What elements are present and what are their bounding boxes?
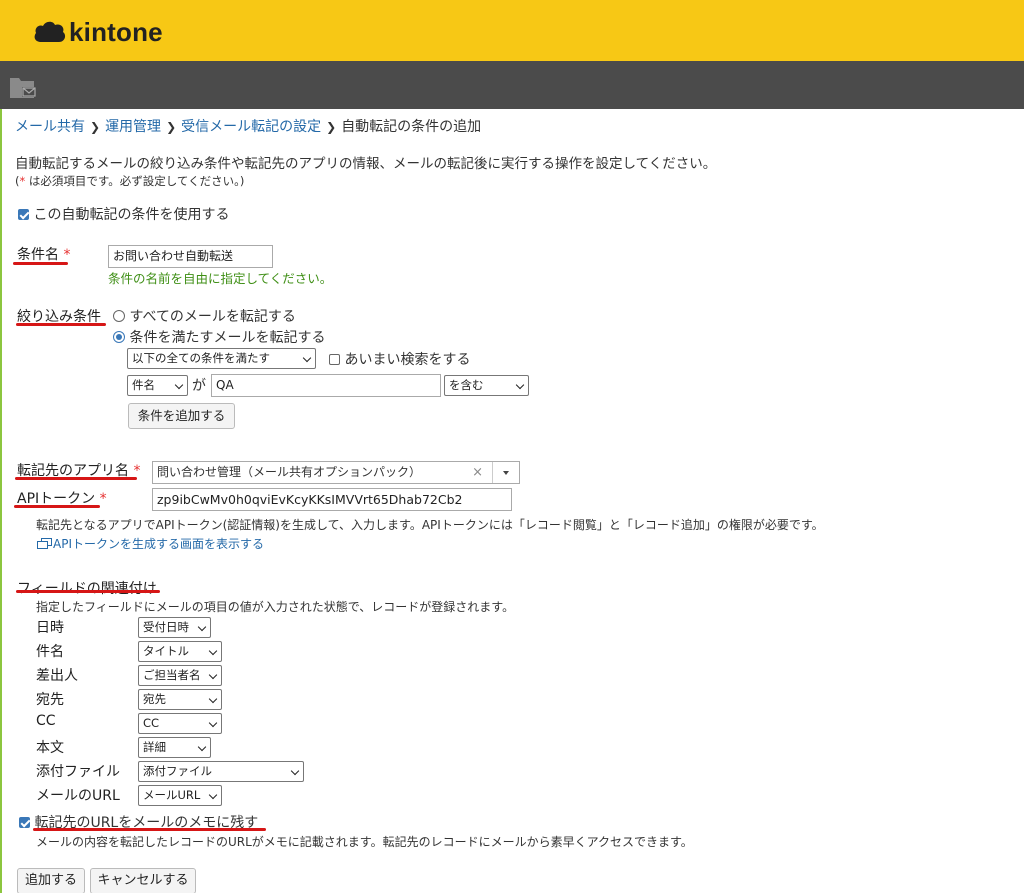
mapping-label-sender: 差出人 <box>36 668 78 684</box>
field-mapping-hint: 指定したフィールドにメールの項目の値が入力された状態で、レコードが登録されます。 <box>36 600 515 614</box>
mapping-select-subject[interactable]: タイトル <box>138 641 222 662</box>
condition-name-label: 条件名 * <box>17 247 71 263</box>
filter-option-match[interactable]: 条件を満たすメールを転記する <box>113 327 325 347</box>
cancel-button[interactable]: キャンセルする <box>90 868 196 893</box>
target-app-combobox[interactable]: 問い合わせ管理（メール共有オプションパック） × <box>152 461 520 484</box>
required-note: (* は必須項目です。必ず設定してください。) <box>15 174 245 188</box>
annotation-underline <box>14 505 100 508</box>
mapping-select-body[interactable]: 詳細 <box>138 737 211 758</box>
chevron-down-icon <box>208 790 218 800</box>
new-window-icon <box>37 538 53 550</box>
fuzzy-search-checkbox[interactable]: あいまい検索をする <box>329 349 470 369</box>
cloud-logo-icon <box>34 21 66 42</box>
mapping-select-mail-url[interactable]: メールURL <box>138 785 222 806</box>
add-condition-button[interactable]: 条件を追加する <box>128 403 235 429</box>
filter-option-all[interactable]: すべてのメールを転記する <box>113 306 296 326</box>
left-accent-line <box>0 0 2 893</box>
checkbox-checked-icon[interactable] <box>18 209 29 220</box>
annotation-underline <box>16 590 160 593</box>
breadcrumb-current: 自動転記の条件の追加 <box>341 119 482 135</box>
rule-value-input[interactable]: QA <box>211 374 441 397</box>
api-token-input[interactable]: zp9ibCwMv0h0qviEvKcyKKsIMVVrt65Dhab72Cb2 <box>152 488 512 511</box>
chevron-down-icon <box>197 622 207 632</box>
chevron-down-icon <box>290 766 300 776</box>
checkbox-checked-icon[interactable] <box>19 817 30 828</box>
mapping-label-cc: CC <box>36 713 56 729</box>
rule-operator-select[interactable]: を含む <box>444 375 529 396</box>
condition-name-hint: 条件の名前を自由に指定してください。 <box>108 271 333 286</box>
add-button[interactable]: 追加する <box>17 868 85 893</box>
mapping-label-mail-url: メールのURL <box>36 788 120 804</box>
breadcrumb-operations[interactable]: 運用管理 <box>105 119 161 135</box>
chevron-down-icon <box>208 694 218 704</box>
mapping-select-datetime[interactable]: 受付日時 <box>138 617 211 638</box>
mapping-label-attachment: 添付ファイル <box>36 764 120 780</box>
checkbox-empty-icon[interactable] <box>329 354 340 365</box>
mail-share-app-icon[interactable] <box>10 74 38 104</box>
radio-off-icon[interactable] <box>113 310 125 322</box>
mapping-select-attachment[interactable]: 添付ファイル <box>138 761 304 782</box>
api-token-link[interactable]: APIトークンを生成する画面を表示する <box>37 535 264 552</box>
chevron-down-icon <box>302 353 312 363</box>
annotation-underline <box>15 477 137 480</box>
dropdown-arrow-icon[interactable] <box>503 471 509 475</box>
annotation-underline <box>16 323 106 326</box>
enable-rule-checkbox[interactable]: この自動転記の条件を使用する <box>18 204 229 224</box>
breadcrumb: メール共有 ❯ 運用管理 ❯ 受信メール転記の設定 ❯ 自動転記の条件の追加 <box>15 116 481 136</box>
chevron-right-icon: ❯ <box>166 120 177 134</box>
breadcrumb-inbound-settings[interactable]: 受信メール転記の設定 <box>181 119 321 135</box>
mapping-label-body: 本文 <box>36 740 64 756</box>
global-header: kintone <box>0 0 1024 61</box>
mapping-select-cc[interactable]: CC <box>138 713 222 734</box>
api-token-hint: 転記先となるアプリでAPIトークン(認証情報)を生成して、入力します。APIトー… <box>36 518 824 532</box>
breadcrumb-mail-share[interactable]: メール共有 <box>15 119 85 135</box>
chevron-right-icon: ❯ <box>326 120 337 134</box>
chevron-down-icon <box>174 380 184 390</box>
field-mapping-title: フィールドの関連付け <box>17 581 157 597</box>
page-description: 自動転記するメールの絞り込み条件や転記先のアプリの情報、メールの転記後に実行する… <box>15 156 717 172</box>
mapping-label-to: 宛先 <box>36 692 64 708</box>
chevron-down-icon <box>208 646 218 656</box>
mapping-select-to[interactable]: 宛先 <box>138 689 222 710</box>
app-toolbar <box>0 61 1024 109</box>
condition-name-input[interactable]: お問い合わせ自動転送 <box>108 245 273 268</box>
rule-particle: が <box>192 378 206 394</box>
clear-icon[interactable]: × <box>472 462 483 483</box>
kintone-logo[interactable]: kintone <box>33 17 163 47</box>
radio-on-icon[interactable] <box>113 331 125 343</box>
rule-field-select[interactable]: 件名 <box>127 375 188 396</box>
chevron-down-icon <box>208 718 218 728</box>
filter-mode-select[interactable]: 以下の全ての条件を満たす <box>127 348 316 369</box>
chevron-down-icon <box>515 380 525 390</box>
mapping-select-sender[interactable]: ご担当者名 <box>138 665 222 686</box>
annotation-underline <box>33 828 266 831</box>
brand-name: kintone <box>69 16 163 47</box>
enable-rule-label: この自動転記の条件を使用する <box>33 207 230 223</box>
chevron-right-icon: ❯ <box>90 120 101 134</box>
mapping-label-subject: 件名 <box>36 644 64 660</box>
memo-url-hint: メールの内容を転記したレコードのURLがメモに記載されます。転記先のレコードにメ… <box>36 835 693 849</box>
annotation-underline <box>13 262 68 265</box>
mapping-label-datetime: 日時 <box>36 620 64 636</box>
chevron-down-icon <box>197 742 207 752</box>
chevron-down-icon <box>208 670 218 680</box>
